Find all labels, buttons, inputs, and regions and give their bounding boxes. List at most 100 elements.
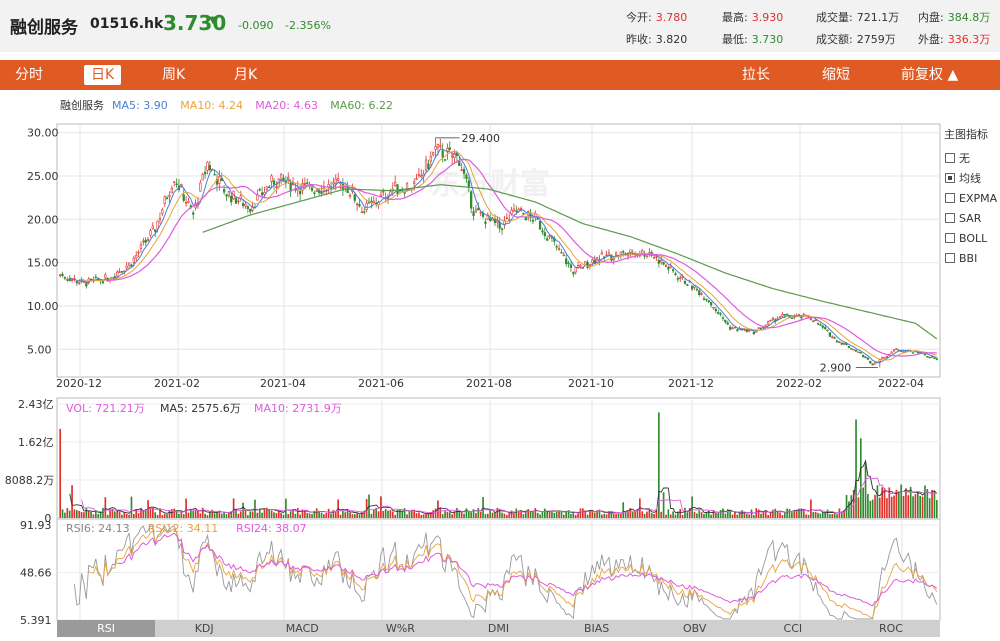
candle-body xyxy=(569,264,573,268)
volume-bar xyxy=(223,512,225,518)
volume-bar xyxy=(793,510,796,518)
volume-bar xyxy=(893,495,895,518)
tab-intraday[interactable]: 分时 xyxy=(8,65,50,85)
candle-body xyxy=(458,161,461,166)
candle-body xyxy=(612,258,615,261)
volume-bar xyxy=(87,510,90,518)
volume-bar xyxy=(817,512,819,518)
tab-bias[interactable]: BIAS xyxy=(548,620,646,637)
tab-obv[interactable]: OBV xyxy=(646,620,744,637)
tab-daily-k[interactable]: 日K xyxy=(84,65,122,85)
indicator-expma[interactable]: EXPMA xyxy=(945,188,1000,208)
candle-body xyxy=(70,279,74,281)
volume-bar xyxy=(420,515,423,518)
checkbox-icon[interactable] xyxy=(945,233,955,243)
volume-bar xyxy=(323,514,325,518)
volume-bar xyxy=(648,508,651,518)
candle-body xyxy=(831,336,834,338)
checkbox-icon[interactable] xyxy=(945,193,955,203)
tab-wr[interactable]: W%R xyxy=(351,620,449,637)
indicator-boll[interactable]: BOLL xyxy=(945,228,1000,248)
candle-body xyxy=(565,258,568,265)
volume-bar xyxy=(486,513,489,518)
volume-bar xyxy=(113,511,116,518)
candle-body xyxy=(508,219,511,221)
volume-bar xyxy=(916,492,919,518)
indicator-none[interactable]: 无 xyxy=(945,148,1000,168)
tab-monthly-k[interactable]: 月K xyxy=(227,65,264,85)
candle-body xyxy=(225,194,228,197)
volume-bar xyxy=(342,511,344,518)
tab-weekly-k[interactable]: 周K xyxy=(155,65,192,85)
candle-body xyxy=(401,189,404,192)
volume-bar xyxy=(206,515,209,518)
volume-bar xyxy=(370,513,373,518)
volume-bar xyxy=(691,496,693,518)
candle-body xyxy=(403,192,406,194)
candle-body xyxy=(313,192,316,194)
candle-body xyxy=(360,211,364,214)
tab-kdj[interactable]: KDJ xyxy=(155,620,253,637)
candle-body xyxy=(118,271,121,273)
volume-bar xyxy=(791,512,793,518)
indicator-ma[interactable]: 均线 xyxy=(945,168,1000,188)
checkbox-checked-icon[interactable] xyxy=(945,173,955,183)
indicator-bbi[interactable]: BBI xyxy=(945,248,1000,268)
indicator-panel-title: 主图指标 xyxy=(944,128,988,141)
tab-dmi[interactable]: DMI xyxy=(449,620,547,637)
candle-body xyxy=(878,359,881,362)
tab-macd[interactable]: MACD xyxy=(253,620,351,637)
volume-bar xyxy=(890,496,893,518)
candle-body xyxy=(786,313,789,316)
volume-bar xyxy=(788,509,791,518)
candle-body xyxy=(170,187,173,194)
tab-cci[interactable]: CCI xyxy=(744,620,842,637)
checkbox-icon[interactable] xyxy=(945,253,955,263)
volume-bar xyxy=(432,510,435,518)
candle-body xyxy=(310,187,314,191)
candle-body xyxy=(470,191,473,209)
volume-bar xyxy=(805,514,807,518)
candle-body xyxy=(543,232,546,237)
candle-body xyxy=(567,262,570,265)
candle-body xyxy=(94,276,97,278)
volume-bar xyxy=(325,513,328,518)
candle-body xyxy=(702,298,706,300)
volume-bar xyxy=(306,513,309,518)
volume-bar xyxy=(401,510,404,518)
candle-body xyxy=(496,220,499,223)
volume-tick-label: 8088.2万 xyxy=(5,474,55,487)
stretch-button[interactable]: 拉长 xyxy=(735,65,777,85)
candle-body xyxy=(348,195,352,197)
checkbox-icon[interactable] xyxy=(945,153,955,163)
adjust-dropdown[interactable]: 前复权 ▲ xyxy=(894,65,965,85)
tab-roc[interactable]: ROC xyxy=(842,620,940,637)
volume-bar xyxy=(624,512,627,518)
candle-body xyxy=(560,252,563,254)
checkbox-icon[interactable] xyxy=(945,213,955,223)
volume-bar xyxy=(562,514,565,518)
stock-chart[interactable]: 2020-12 2021-02 2021-04 2021-06 2021-08 2021-… xyxy=(0,90,1000,641)
volume-bar xyxy=(876,485,879,518)
shrink-button[interactable]: 缩短 xyxy=(815,65,857,85)
indicator-sar[interactable]: SAR xyxy=(945,208,1000,228)
volume-bar xyxy=(194,509,197,518)
candle-body xyxy=(690,285,694,290)
volume-bar xyxy=(249,511,252,518)
candle-body xyxy=(89,278,93,281)
candle-body xyxy=(686,284,689,286)
main-indicator-panel: 主图指标 无 均线 EXPMA SAR BOLL BBI xyxy=(940,124,1000,268)
volume-bar xyxy=(64,512,66,518)
volume-bar xyxy=(377,511,380,518)
tab-rsi[interactable]: RSI xyxy=(57,620,156,637)
candle-body xyxy=(137,251,140,254)
volume-bar xyxy=(171,509,173,518)
volume-bar xyxy=(634,511,636,518)
volume-bar xyxy=(75,510,78,518)
volume-bar xyxy=(710,514,712,518)
candle-body xyxy=(59,274,62,277)
candle-body xyxy=(424,159,428,171)
candle-body xyxy=(239,195,242,199)
candle-body xyxy=(158,217,162,221)
price-legend-item: MA60: 6.22 xyxy=(330,99,393,112)
